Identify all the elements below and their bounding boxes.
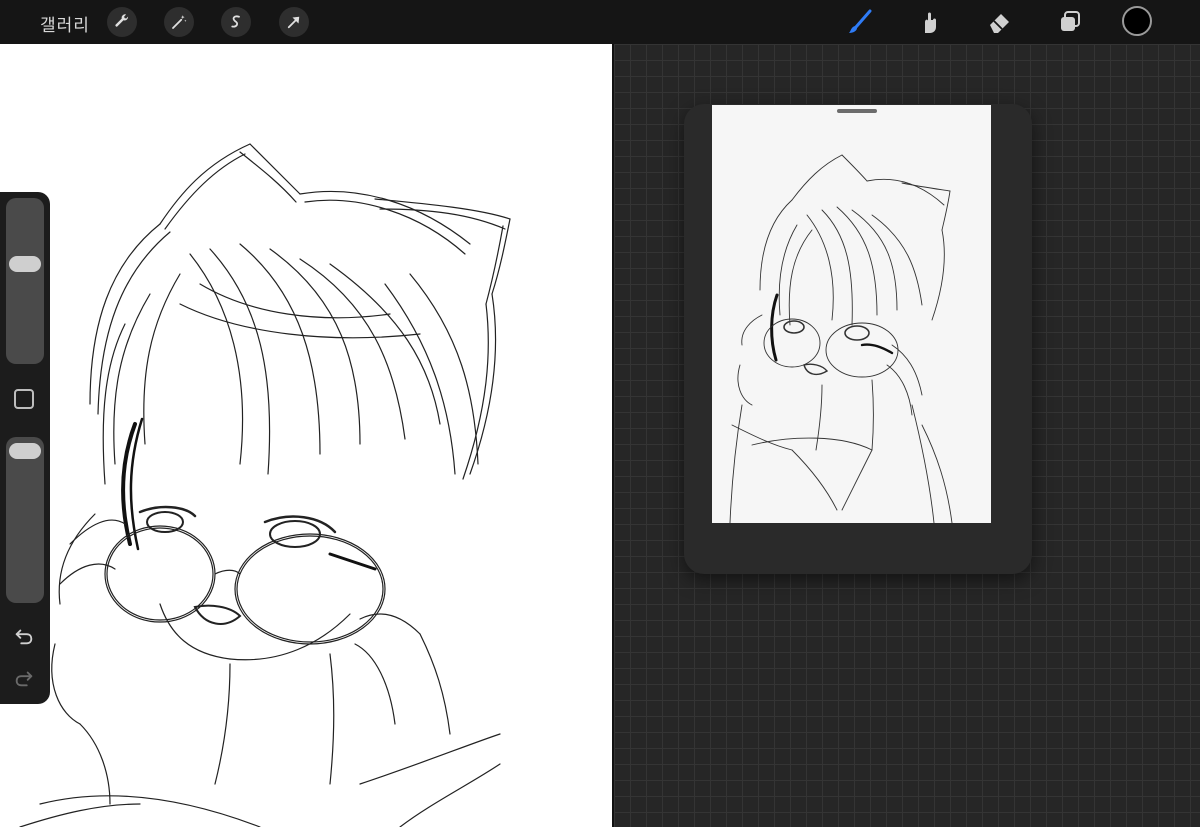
layers-button[interactable] xyxy=(1054,6,1086,38)
smudge-icon xyxy=(925,12,936,33)
reference-image xyxy=(712,105,991,523)
transform-button[interactable] xyxy=(279,7,309,37)
layers-icon xyxy=(1061,11,1080,31)
transform-arrow-icon xyxy=(287,16,300,29)
selection-button[interactable] xyxy=(221,7,251,37)
eraser-icon xyxy=(990,14,1009,33)
undo-icon xyxy=(15,629,33,645)
sidebar xyxy=(0,192,50,704)
brush-size-thumb[interactable] xyxy=(9,256,41,272)
actions-button[interactable] xyxy=(107,7,137,37)
undo-button[interactable] xyxy=(12,624,36,648)
eraser-button[interactable] xyxy=(984,6,1016,38)
top-toolbar: 갤러리 xyxy=(0,0,1200,44)
reference-drag-handle[interactable] xyxy=(837,109,877,113)
smudge-button[interactable] xyxy=(914,6,946,38)
selection-icon xyxy=(231,15,240,28)
wrench-icon xyxy=(115,14,129,27)
reference-window[interactable] xyxy=(684,104,1032,574)
modify-button[interactable] xyxy=(14,389,34,409)
magic-wand-icon xyxy=(172,15,187,29)
adjustments-button[interactable] xyxy=(164,7,194,37)
opacity-slider[interactable] xyxy=(6,437,44,603)
sketch-drawing xyxy=(19,143,511,827)
color-picker-button[interactable] xyxy=(1122,6,1152,36)
redo-button[interactable] xyxy=(12,666,36,690)
brush-size-slider[interactable] xyxy=(6,198,44,364)
drawing-canvas[interactable] xyxy=(0,44,612,827)
brush-icon xyxy=(849,9,872,33)
reference-sketch xyxy=(729,154,953,523)
gallery-button[interactable]: 갤러리 xyxy=(40,11,90,36)
opacity-thumb[interactable] xyxy=(9,443,41,459)
redo-icon xyxy=(15,671,33,687)
brush-button[interactable] xyxy=(844,6,876,38)
